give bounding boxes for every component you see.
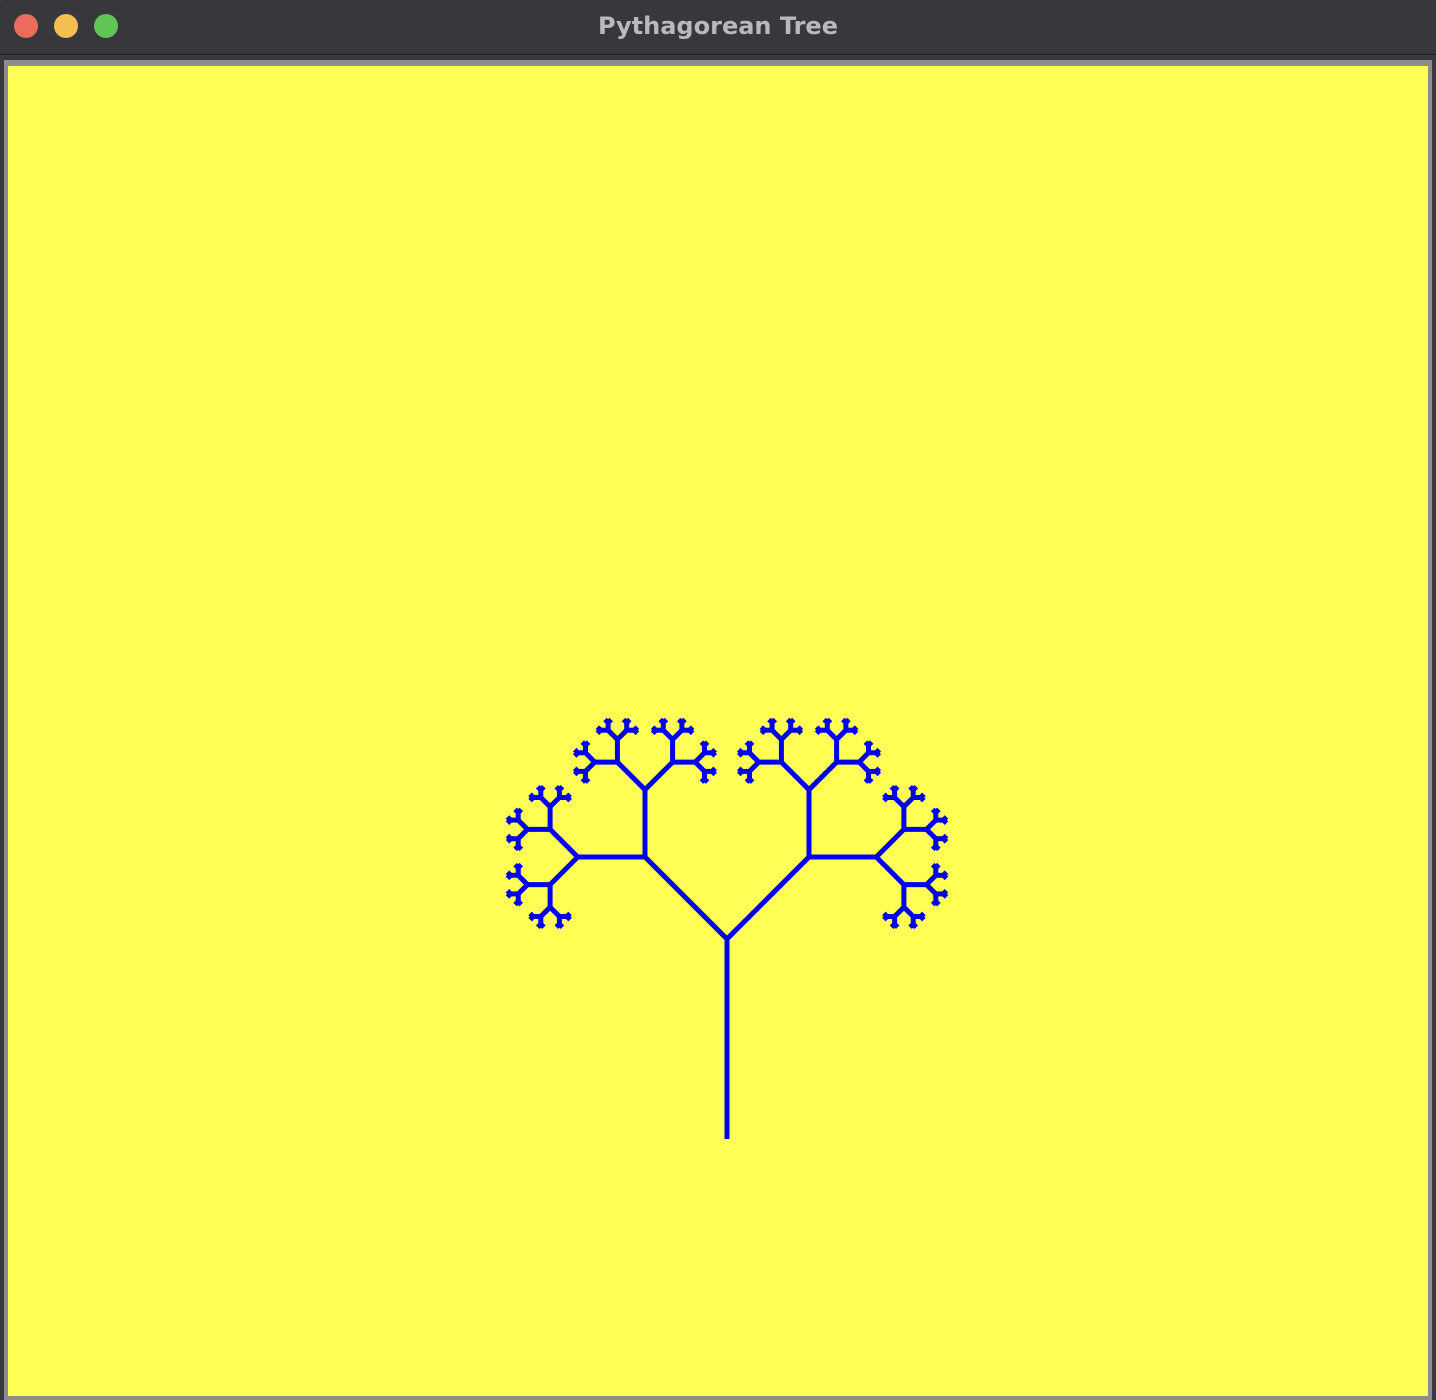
tree-branch (770, 717, 778, 725)
title-bar[interactable]: Pythagorean Tree (0, 0, 1436, 55)
tree-branch (505, 870, 513, 878)
tree-branch (572, 766, 580, 774)
tree-branch (934, 807, 941, 815)
tree-branch (595, 725, 603, 732)
tree-branch (874, 769, 882, 777)
tree-branch (934, 862, 941, 870)
tree-branch (919, 914, 926, 922)
tree-branch (851, 728, 859, 736)
window-title: Pythagorean Tree (598, 12, 838, 40)
tree-branch (565, 795, 572, 803)
tree-branch (687, 728, 695, 736)
tree-branch (710, 769, 717, 777)
tree-branch (930, 899, 938, 907)
tree-branch (889, 922, 897, 929)
tree-branch (528, 792, 535, 800)
tree-branch (632, 728, 640, 736)
tree-branch (516, 862, 524, 870)
tree-branch (919, 795, 926, 803)
tree-branch (557, 784, 565, 792)
tree-branch (572, 747, 580, 755)
tree-branch (911, 784, 919, 792)
tree-branch (796, 728, 804, 736)
app-window: Pythagorean Tree (0, 0, 1436, 1400)
tree-branch (882, 911, 889, 919)
tree-branch (680, 717, 687, 725)
tree-branch (606, 717, 613, 725)
tree-branch (863, 777, 871, 784)
tree-branch (554, 922, 562, 929)
drawing-canvas[interactable] (8, 66, 1428, 1396)
tree-branch (513, 899, 520, 907)
tree-branch (825, 717, 833, 725)
tree-branch (892, 784, 900, 792)
tree-branch (882, 792, 889, 800)
tree-drawing (8, 66, 1428, 1396)
tree-branch (505, 815, 513, 822)
tree-branch (744, 777, 752, 784)
tree-branch (737, 766, 744, 774)
tree-branch (650, 725, 658, 732)
tree-branch (788, 717, 796, 725)
tree-branch (737, 747, 744, 755)
tree-branch (866, 740, 874, 747)
tree-branch (528, 911, 535, 919)
tree-branch (539, 784, 546, 792)
tree-branch (941, 892, 949, 899)
tree-branch (505, 833, 513, 841)
tree-branch (908, 922, 915, 929)
tree-branch (516, 807, 524, 815)
tree-branch (930, 844, 938, 852)
tree-branch (941, 873, 949, 881)
tree-branch (747, 740, 755, 747)
tree-branch (702, 740, 710, 747)
tree-branch (513, 844, 520, 852)
tree-branch (580, 777, 588, 784)
tree-branch (565, 914, 572, 922)
tree-branch (941, 836, 949, 844)
tree-branch (583, 740, 591, 747)
tree-branch (699, 777, 707, 784)
tree-branch (505, 888, 513, 896)
tree-branch (814, 725, 822, 732)
tree-branch (844, 717, 851, 725)
tree-branch (941, 818, 949, 825)
tree-branch (661, 717, 669, 725)
tree-branch (710, 751, 717, 758)
canvas-background (8, 66, 1428, 1396)
tree-branch (874, 751, 882, 758)
tree-branch (624, 717, 632, 725)
tree-branch (535, 922, 543, 929)
tree-branch (759, 725, 767, 732)
